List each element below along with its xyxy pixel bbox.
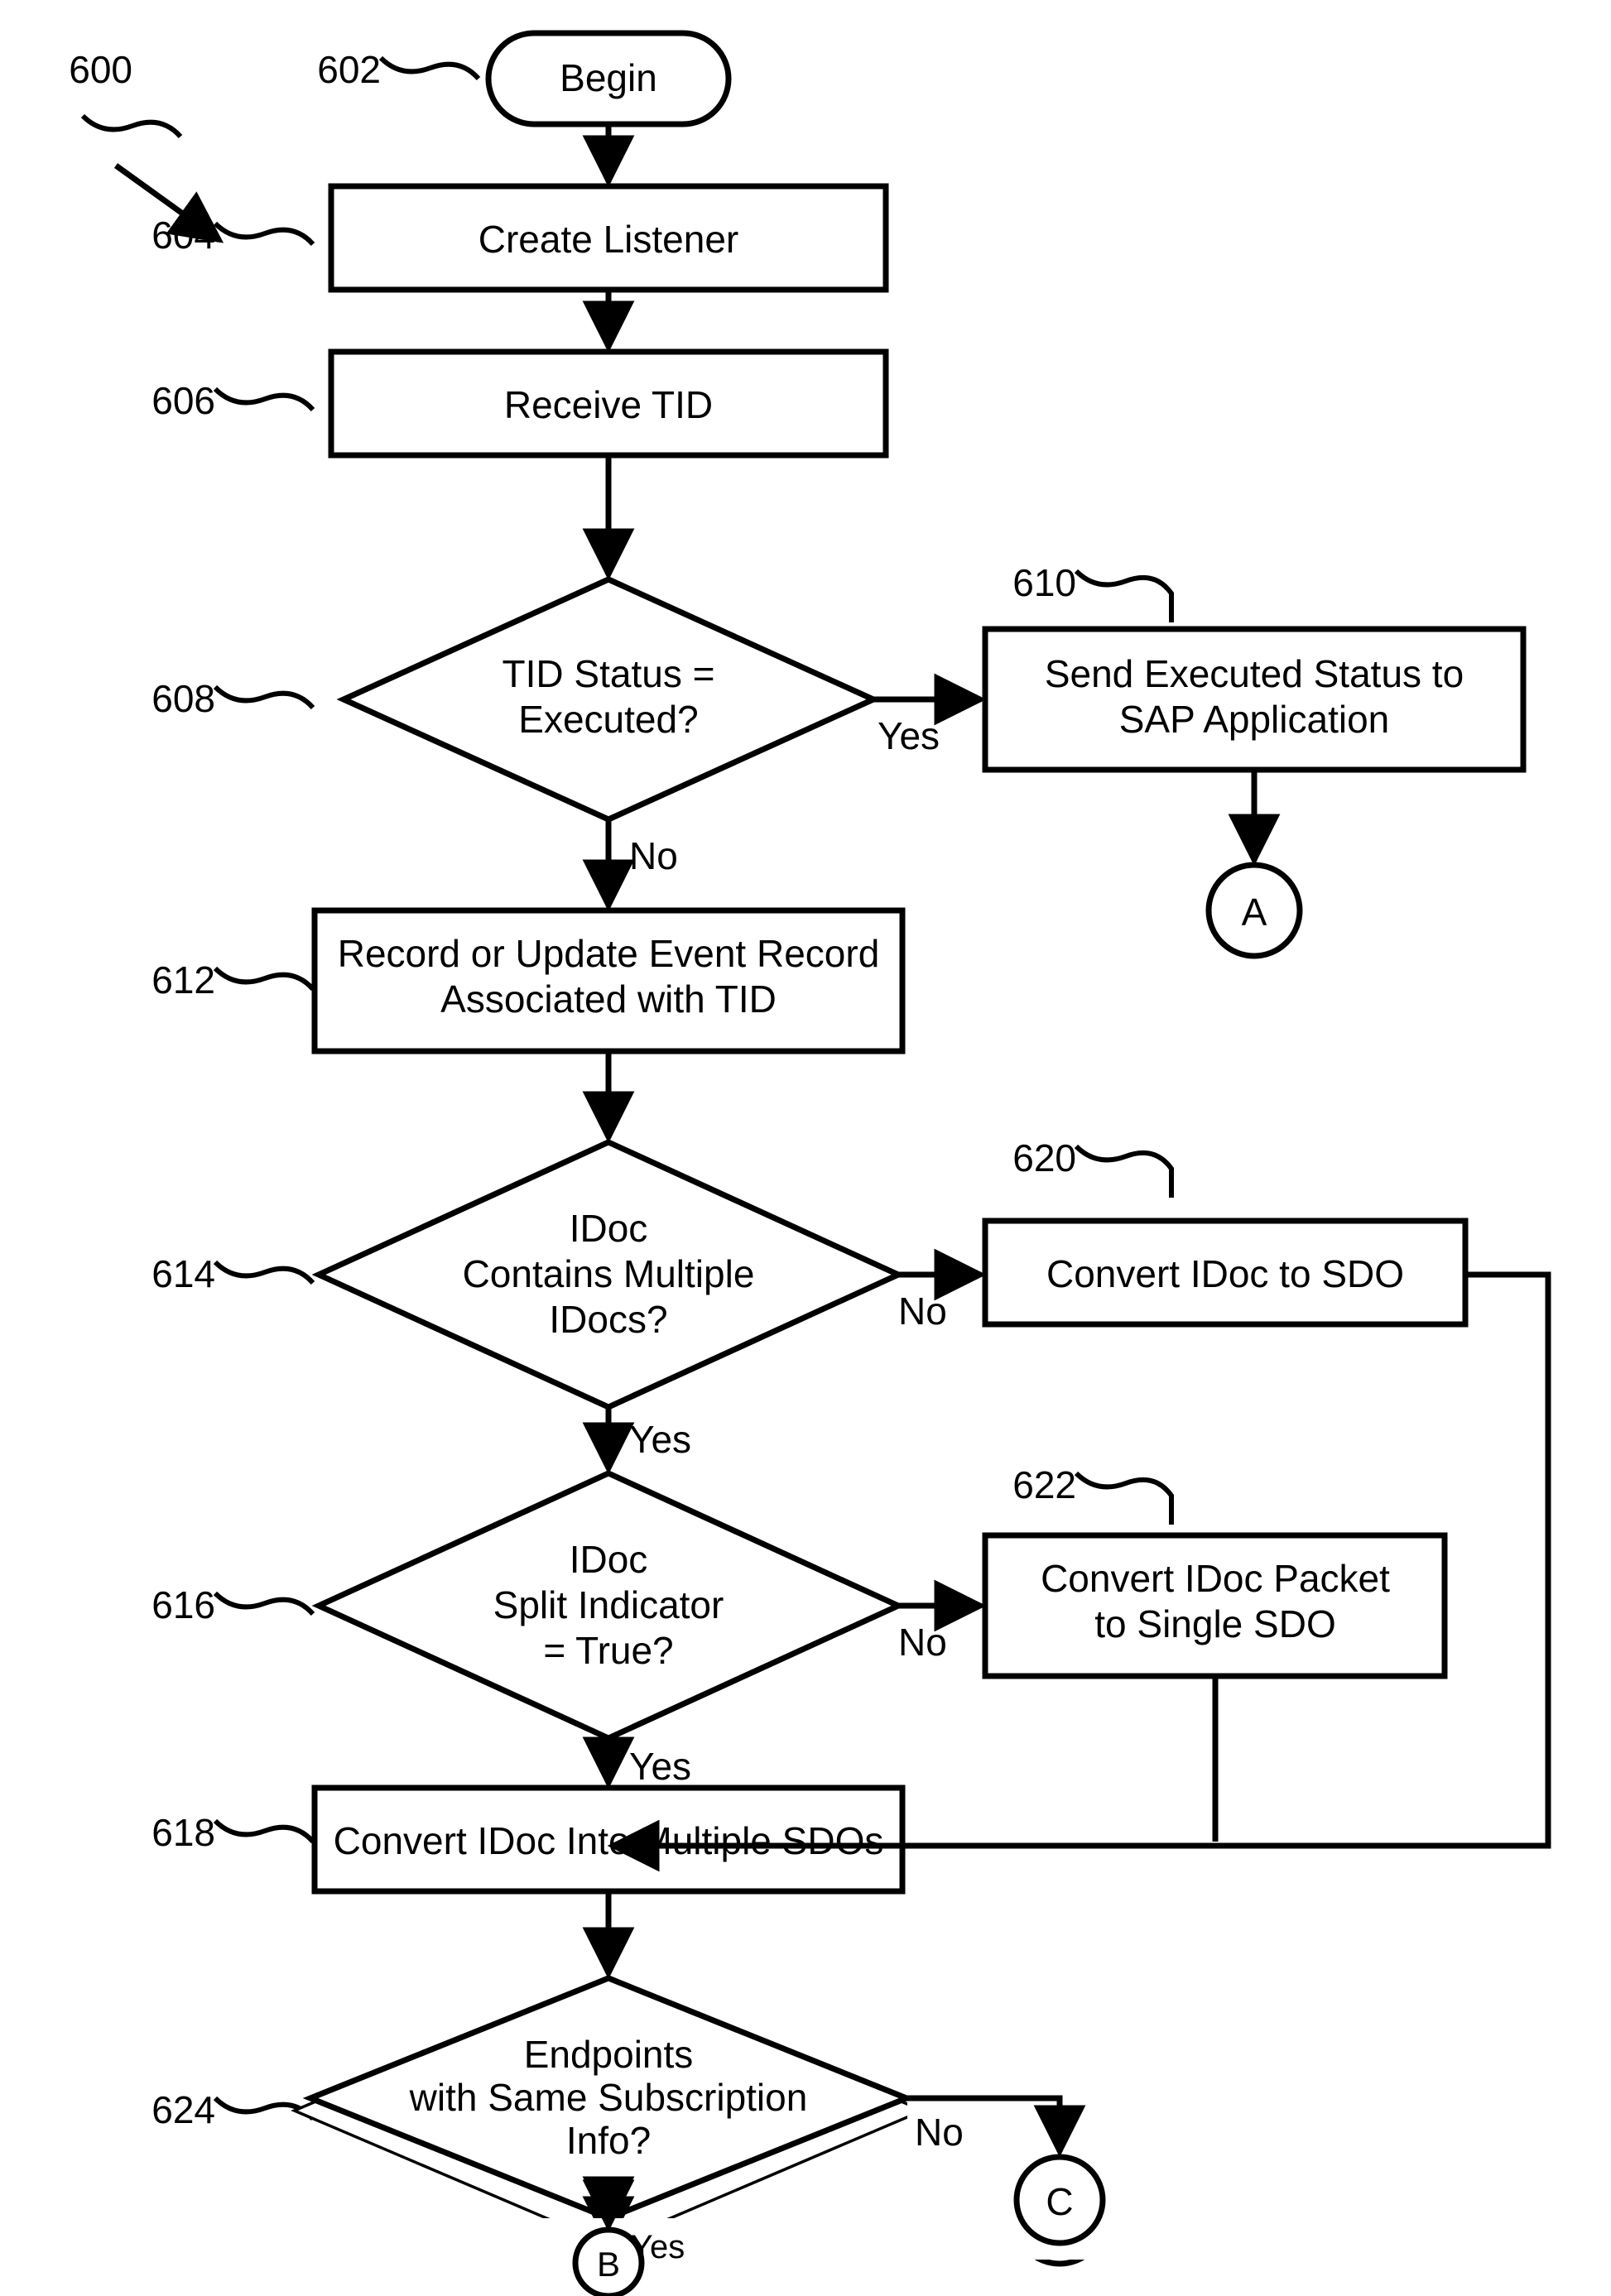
edge-no: No xyxy=(629,834,678,877)
endpoints-l2: with Same Subscription xyxy=(409,2088,808,2131)
ref-604: 604 xyxy=(151,214,215,257)
edge-yes: Yes xyxy=(629,1418,691,1461)
create-listener-label: Create Listener xyxy=(478,218,739,261)
squiggle-icon xyxy=(83,116,180,137)
squiggle-icon xyxy=(215,1262,313,1283)
squiggle-icon xyxy=(215,389,313,410)
edge-yes: Yes xyxy=(629,2241,691,2284)
ref-622: 622 xyxy=(1012,1463,1076,1506)
ref-624: 624 xyxy=(151,2088,215,2131)
squiggle-icon xyxy=(215,223,313,244)
ref-616: 616 xyxy=(151,1583,215,1626)
ref-600: 600 xyxy=(69,48,132,91)
ref-612: 612 xyxy=(151,958,215,1001)
endpoints-l3: Info? xyxy=(566,2134,651,2177)
idoc-mult-l2: Contains Multiple xyxy=(463,1252,755,1295)
ref-608: 608 xyxy=(151,677,215,720)
ref-610: 610 xyxy=(1012,561,1076,604)
squiggle-icon xyxy=(381,58,478,79)
convert-sdo-label: Convert IDoc to SDO xyxy=(1046,1252,1404,1295)
begin-label: Begin xyxy=(560,56,657,99)
convert-multi-label: Convert IDoc Into Multiple SDOs xyxy=(334,1819,884,1862)
flowchart-diagram: 600 602 Begin 604 Create Listener 606 Re… xyxy=(0,0,1611,2296)
idoc-split-l1: IDoc xyxy=(570,1538,648,1581)
squiggle-icon xyxy=(215,968,313,989)
connector-a-label: A xyxy=(1242,891,1267,934)
squiggle-icon xyxy=(1076,571,1171,622)
send-exec-l2: SAP Application xyxy=(1119,698,1390,741)
squiggle-icon xyxy=(215,1821,313,1842)
ref-620: 620 xyxy=(1012,1136,1076,1179)
idoc-mult-l1: IDoc xyxy=(570,1207,648,1250)
ref-602: 602 xyxy=(317,48,381,91)
tid-status-l2: Executed? xyxy=(518,698,698,741)
convert-packet-l1: Convert IDoc Packet xyxy=(1041,1557,1390,1600)
edge-no: No xyxy=(898,1621,947,1664)
receive-tid-label: Receive TID xyxy=(504,383,713,426)
idoc-split-l2: Split Indicator xyxy=(493,1583,724,1626)
squiggle-icon xyxy=(215,687,313,708)
squiggle-icon xyxy=(215,1593,313,1614)
edge-yes: Yes xyxy=(878,714,940,757)
send-exec-l1: Send Executed Status to xyxy=(1045,652,1464,695)
squiggle-icon xyxy=(1076,1473,1171,1525)
idoc-split-l3: = True? xyxy=(543,1629,673,1672)
idoc-mult-l3: IDocs? xyxy=(549,1298,667,1341)
ref-618: 618 xyxy=(151,1811,215,1854)
record-l2: Associated with TID xyxy=(440,977,777,1021)
edge-yes: Yes xyxy=(629,1745,691,1788)
record-l1: Record or Update Event Record xyxy=(338,932,880,975)
ref-606: 606 xyxy=(151,379,215,422)
ref-614: 614 xyxy=(151,1252,215,1295)
edge-no: No xyxy=(927,2125,976,2169)
endpoints-l1: Endpoints xyxy=(524,2043,694,2086)
tid-status-l1: TID Status = xyxy=(503,652,715,695)
connector-c-label: C xyxy=(1046,2198,1073,2241)
edge-no: No xyxy=(898,1290,947,1333)
convert-packet-l2: to Single SDO xyxy=(1094,1602,1335,1645)
squiggle-icon xyxy=(1076,1146,1171,1198)
